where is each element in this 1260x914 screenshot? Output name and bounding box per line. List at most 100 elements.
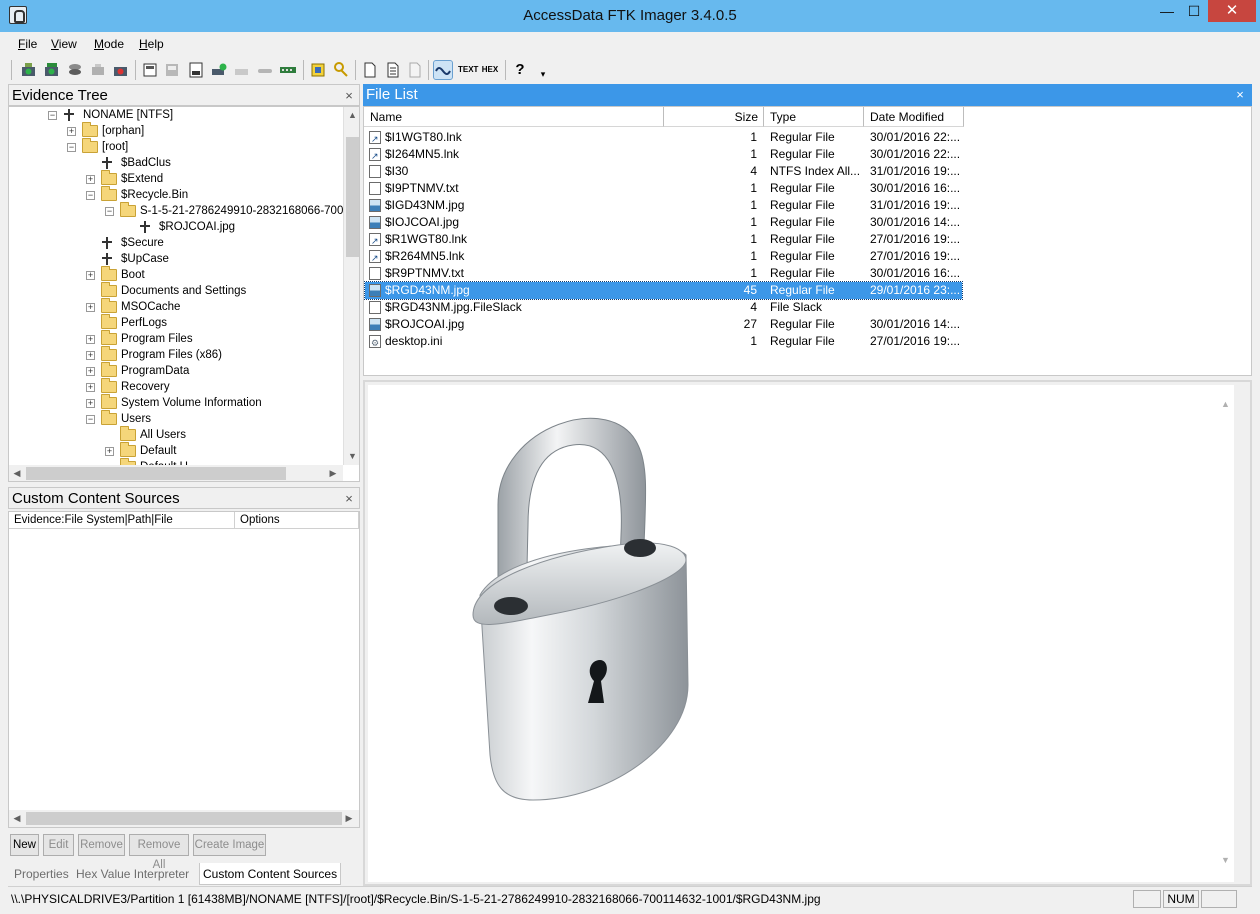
minimize-button[interactable]: — xyxy=(1154,0,1180,22)
remove-button[interactable]: Remove xyxy=(78,834,125,856)
close-window-button[interactable]: ✕ xyxy=(1208,0,1256,22)
help-icon[interactable]: ? xyxy=(511,61,529,79)
export-logical-image-icon[interactable] xyxy=(187,61,205,79)
auto-view-icon[interactable] xyxy=(433,60,453,80)
file-row[interactable]: $I9PTNMV.txt 1 Regular File 30/01/2016 16:.… xyxy=(365,180,962,197)
scroll-down-icon[interactable]: ▼ xyxy=(344,451,359,461)
new-button[interactable]: New xyxy=(10,834,39,856)
expand-icon[interactable]: + xyxy=(86,383,95,392)
tab-hex-value-interpreter[interactable]: Hex Value Interpreter xyxy=(73,863,192,885)
add-evidence-icon[interactable] xyxy=(20,61,38,79)
expand-icon[interactable]: + xyxy=(86,399,95,408)
remove-all-icon[interactable] xyxy=(112,61,130,79)
edit-button[interactable]: Edit xyxy=(43,834,74,856)
create-image-icon[interactable] xyxy=(141,61,159,79)
tree-node[interactable]: + Default xyxy=(9,442,343,459)
add-all-evidence-icon[interactable] xyxy=(43,61,61,79)
tree-scroll-thumb[interactable] xyxy=(346,137,359,257)
collapse-icon[interactable]: − xyxy=(67,143,76,152)
expand-icon[interactable]: + xyxy=(86,303,95,312)
tree-node[interactable]: + Program Files xyxy=(9,330,343,347)
unmount-icon[interactable] xyxy=(89,61,107,79)
tree-node[interactable]: + Program Files (x86) xyxy=(9,346,343,363)
ccs-horizontal-scrollbar[interactable]: ◀ ▶ xyxy=(9,810,359,827)
column-header-date-modified[interactable]: Date Modified xyxy=(864,107,964,127)
remove-all-button[interactable]: Remove All xyxy=(129,834,189,871)
tree-node[interactable]: − S-1-5-21-2786249910-2832168066-700114 xyxy=(9,202,359,219)
hex-view-icon[interactable]: HEX xyxy=(481,61,499,79)
column-header-options[interactable]: Options xyxy=(235,512,359,529)
collapse-icon[interactable]: − xyxy=(86,191,95,200)
capture-memory-icon[interactable] xyxy=(279,61,297,79)
menu-mode[interactable]: Mode xyxy=(94,37,124,51)
expand-icon[interactable]: + xyxy=(105,447,114,456)
tree-node[interactable]: − $Recycle.Bin xyxy=(9,186,343,203)
tree-hscroll-thumb[interactable] xyxy=(26,467,286,480)
tree-node[interactable]: + [orphan] xyxy=(9,122,343,139)
expand-icon[interactable]: + xyxy=(67,127,76,136)
file-row[interactable]: $IOJCOAI.jpg 1 Regular File 30/01/2016 14:.… xyxy=(365,214,962,231)
tree-node[interactable]: $ROJCOAI.jpg xyxy=(9,219,343,235)
maximize-button[interactable]: ☐ xyxy=(1180,0,1208,22)
file-row[interactable]: $IGD43NM.jpg 1 Regular File 31/01/2016 19:.… xyxy=(365,197,962,214)
scroll-right-icon[interactable]: ▶ xyxy=(343,813,355,824)
expand-icon[interactable]: + xyxy=(86,175,95,184)
expand-icon[interactable]: + xyxy=(86,351,95,360)
tree-node[interactable]: + System Volume Information xyxy=(9,394,343,411)
scroll-left-icon[interactable]: ◀ xyxy=(11,468,23,479)
file-row[interactable]: $R1WGT80.lnk 1 Regular File 27/01/2016 19:.… xyxy=(365,231,962,250)
scroll-left-icon[interactable]: ◀ xyxy=(11,813,23,824)
column-header-name[interactable]: Name xyxy=(364,107,664,127)
tab-custom-content-sources[interactable]: Custom Content Sources xyxy=(199,863,342,885)
file-row[interactable]: $R9PTNMV.txt 1 Regular File 30/01/2016 16:.… xyxy=(365,265,962,282)
column-header-evidence[interactable]: Evidence:File System|Path|File xyxy=(9,512,235,529)
tree-horizontal-scrollbar[interactable]: ◀ ▶ xyxy=(9,465,343,481)
file-row[interactable]: $I30 4 NTFS Index All... 31/01/2016 19:... xyxy=(365,163,962,180)
add-to-custom-content-icon[interactable] xyxy=(210,61,228,79)
scroll-up-icon[interactable]: ▲ xyxy=(1217,399,1234,409)
expand-icon[interactable]: + xyxy=(86,271,95,280)
tree-node[interactable]: + Recovery xyxy=(9,378,343,395)
ccs-hscroll-thumb[interactable] xyxy=(26,812,342,825)
image-mounting-icon[interactable] xyxy=(66,61,84,79)
tree-node[interactable]: + ProgramData xyxy=(9,362,343,379)
menu-view[interactable]: View xyxy=(51,37,77,51)
evidence-tree[interactable]: − NONAME [NTFS] + [orphan] − [root] $BadClus + $… xyxy=(8,106,360,482)
column-header-size[interactable]: Size xyxy=(664,107,764,127)
column-header-type[interactable]: Type xyxy=(764,107,864,127)
tree-node[interactable]: + MSOCache xyxy=(9,298,343,315)
menu-file[interactable]: File xyxy=(18,37,37,51)
file-row[interactable]: $RGD43NM.jpg 45 Regular File 29/01/2016 23:… xyxy=(364,281,963,300)
collapse-icon[interactable]: − xyxy=(105,207,114,216)
file-list[interactable]: Name Size Type Date Modified $I1WGT80.ln… xyxy=(363,106,1252,376)
tree-node[interactable]: PerfLogs xyxy=(9,314,343,331)
expand-icon[interactable]: + xyxy=(86,367,95,376)
create-custom-content-icon[interactable] xyxy=(233,61,251,79)
file-row[interactable]: $ROJCOAI.jpg 27 Regular File 30/01/2016 14:… xyxy=(365,316,962,333)
export-file-hash-list-icon[interactable] xyxy=(384,61,402,79)
tree-node[interactable]: + $Extend xyxy=(9,170,343,187)
tree-node[interactable]: All Users xyxy=(9,426,343,443)
more-icon[interactable]: ▾ xyxy=(534,65,552,83)
file-row[interactable]: $I264MN5.lnk 1 Regular File 30/01/2016 22:.… xyxy=(365,146,962,165)
close-evidence-tree-icon[interactable]: × xyxy=(342,85,356,107)
file-row[interactable]: $I1WGT80.lnk 1 Regular File 30/01/2016 22:.… xyxy=(365,129,962,148)
close-custom-content-icon[interactable]: × xyxy=(342,488,356,510)
scroll-down-icon[interactable]: ▼ xyxy=(1217,855,1234,865)
tree-vertical-scrollbar[interactable]: ▲ ▼ xyxy=(343,107,359,465)
decrypt-icon[interactable] xyxy=(256,61,274,79)
collapse-icon[interactable]: − xyxy=(48,111,57,120)
create-image-button[interactable]: Create Image xyxy=(193,834,266,856)
file-row[interactable]: desktop.ini 1 Regular File 27/01/2016 19:..… xyxy=(365,333,962,352)
tree-node[interactable]: + Boot xyxy=(9,266,343,283)
scroll-right-icon[interactable]: ▶ xyxy=(327,468,339,479)
tree-node[interactable]: $UpCase xyxy=(9,251,343,267)
collapse-icon[interactable]: − xyxy=(86,415,95,424)
tree-node[interactable]: $Secure xyxy=(9,235,343,251)
tree-node[interactable]: − Users xyxy=(9,410,343,427)
tree-node[interactable]: − [root] xyxy=(9,138,343,155)
tab-properties[interactable]: Properties xyxy=(11,863,72,885)
tree-node[interactable]: − NONAME [NTFS] xyxy=(9,107,343,123)
expand-icon[interactable]: + xyxy=(86,335,95,344)
detect-efs-icon[interactable] xyxy=(332,61,350,79)
